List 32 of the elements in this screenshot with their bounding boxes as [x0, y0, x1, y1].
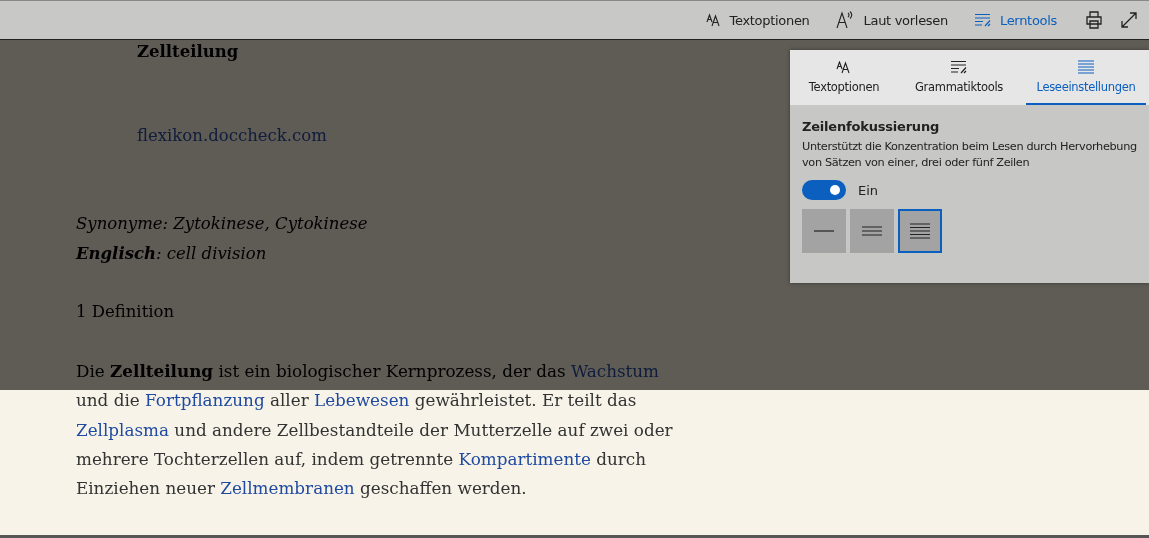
- section-heading: 1 Definition: [76, 301, 175, 323]
- lines-icon: [861, 226, 883, 236]
- toggle-label: Ein: [858, 182, 879, 198]
- toolbar-button[interactable]: Lerntools: [963, 4, 1067, 36]
- article-heading: Zellteilung: [137, 41, 239, 63]
- toolbar-button[interactable]: Textoptionen: [695, 4, 820, 36]
- fullscreen-icon[interactable]: [1121, 12, 1137, 28]
- toggle-switch[interactable]: [802, 180, 846, 200]
- panel-tab[interactable]: Grammatiktools: [898, 50, 1020, 105]
- panel-tab[interactable]: Textoptionen: [790, 50, 898, 105]
- lines-icon: [909, 223, 931, 239]
- lines-icon: [1077, 60, 1095, 74]
- lines-pen-icon: [973, 13, 992, 27]
- line-count-button[interactable]: [898, 209, 942, 253]
- definition-paragraph: Die Zellteilung ist ein biologischer Kernprozess, der das Wachstum und die Fortpflanzung aller Lebewesen gewährleistet. Er teilt das Zellplasma und andere Zellbestandteile der Mutterzelle auf zwei oder mehrere Tochterzellen auf, indem getrennte Kompartimente durch Einziehen neuer Zellmembranen geschaffen werden.: [76, 360, 674, 501]
- article-link[interactable]: Zellmembranen: [220, 478, 355, 499]
- single-line-icon: [813, 230, 835, 232]
- article-link[interactable]: Kompartimente: [458, 448, 591, 469]
- text-size-icon: [705, 13, 722, 27]
- description-text: Unterstützt die Konzentration beim Lesen durch Hervorhebung von Sätzen von einer, drei oder fünf Zeilen: [802, 139, 1137, 171]
- article-link[interactable]: Lebewesen: [314, 390, 410, 411]
- lines-pen-icon: [950, 60, 968, 74]
- english-translation: Englisch: cell division: [76, 243, 267, 265]
- panel-tab[interactable]: Leseeinstellungen: [1026, 50, 1146, 105]
- print-icon[interactable]: [1085, 11, 1103, 29]
- article-link[interactable]: Fortpflanzung: [145, 390, 265, 411]
- toolbar-button[interactable]: Laut vorlesen: [825, 4, 958, 36]
- line-count-button[interactable]: [802, 209, 846, 253]
- text-size-icon: [836, 61, 852, 74]
- synonyms-text: Synonyme: Zytokinese, Cytokinese: [76, 213, 368, 235]
- article-link[interactable]: Zellplasma: [76, 419, 169, 440]
- section-title: Zeilenfokussierung: [802, 119, 941, 134]
